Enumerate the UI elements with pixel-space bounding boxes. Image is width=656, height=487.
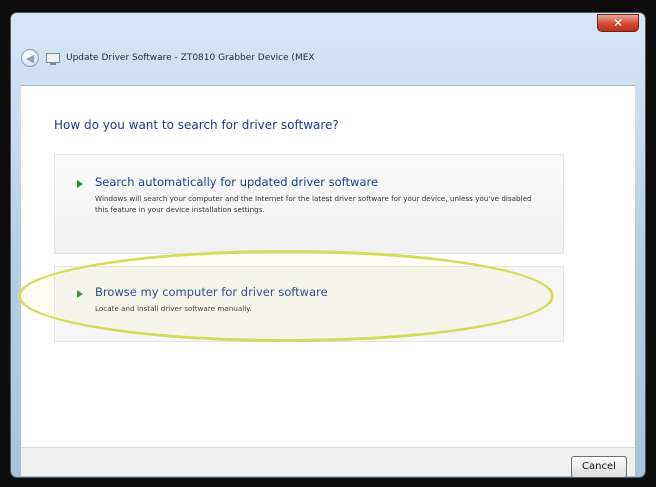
title-bar: ◀ Update Driver Software - ZT0810 Grabbe… — [21, 47, 581, 69]
green-arrow-icon — [77, 180, 83, 188]
wizard-content: How do you want to search for driver sof… — [21, 85, 635, 448]
search-automatically-option[interactable]: Search automatically for updated driver … — [54, 154, 564, 254]
window-title: Update Driver Software - ZT0810 Grabber … — [66, 53, 315, 63]
update-driver-window: ✕ ◀ Update Driver Software - ZT0810 Grab… — [10, 12, 646, 478]
option-description: Windows will search your computer and th… — [95, 194, 532, 214]
close-icon: ✕ — [612, 16, 624, 30]
option-title: Browse my computer for driver software — [95, 285, 328, 299]
device-icon — [46, 53, 60, 65]
option-description: Locate and install driver software manua… — [95, 304, 252, 313]
back-arrow-icon: ◀ — [25, 51, 35, 65]
cancel-button[interactable]: Cancel — [571, 456, 627, 477]
option-title: Search automatically for updated driver … — [95, 175, 379, 189]
close-button[interactable]: ✕ — [597, 14, 639, 32]
green-arrow-icon — [77, 290, 83, 298]
wizard-footer: Cancel — [21, 447, 635, 477]
page-question: How do you want to search for driver sof… — [54, 118, 339, 132]
browse-computer-option[interactable]: Browse my computer for driver software L… — [54, 266, 564, 342]
back-button[interactable]: ◀ — [21, 49, 39, 67]
